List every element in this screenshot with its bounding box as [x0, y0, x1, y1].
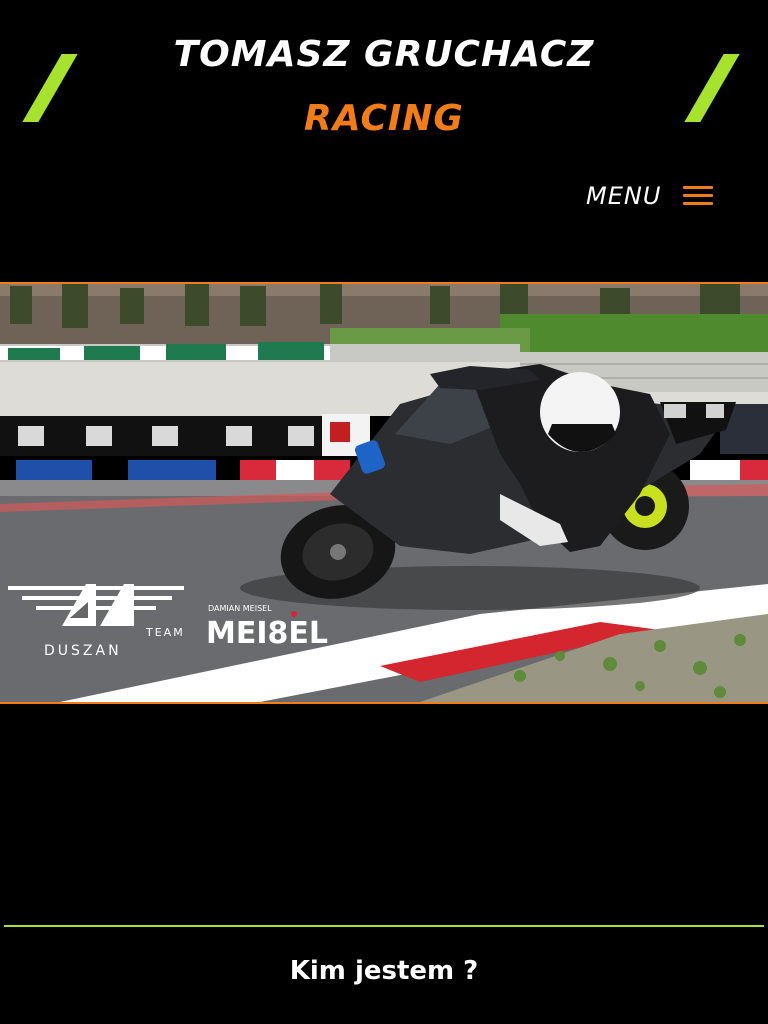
menu-button[interactable]: MENU	[586, 178, 714, 214]
section-heading-about: Kim jestem ?	[289, 956, 479, 986]
section-divider	[4, 925, 764, 927]
hero-banner-image: TEAM DUSZAN DAMIAN MEISEL MEI8EL	[0, 282, 768, 704]
site-title-racing[interactable]: RACING	[0, 98, 768, 139]
sponsor-right-dot-icon	[291, 611, 297, 617]
site-header: TOMASZ GRUCHACZ RACING MENU	[0, 0, 768, 240]
sponsor-right-name: MEI8EL	[206, 616, 328, 651]
sponsor-left-name: DUSZAN	[44, 643, 122, 659]
hero-photo-racing-motorcycle: TEAM DUSZAN DAMIAN MEISEL MEI8EL	[0, 284, 768, 702]
site-title-name[interactable]: TOMASZ GRUCHACZ	[0, 34, 768, 75]
menu-label: MENU	[586, 182, 662, 210]
sponsor-right-top: DAMIAN MEISEL	[208, 604, 272, 613]
menu-hamburger-icon[interactable]	[683, 186, 714, 206]
sponsor-left-sub: TEAM	[145, 626, 185, 639]
